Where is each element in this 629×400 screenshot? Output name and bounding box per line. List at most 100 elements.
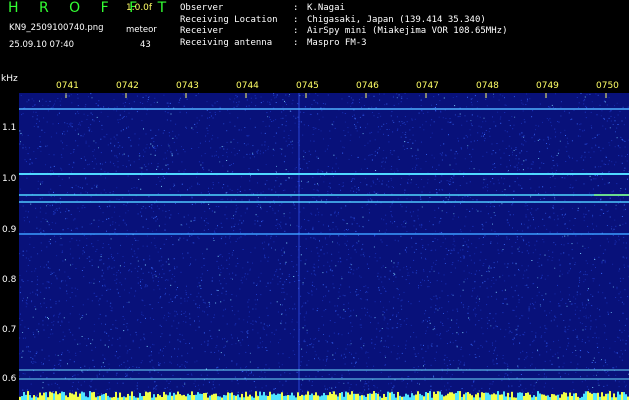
level-bar bbox=[389, 392, 391, 400]
level-bar bbox=[273, 393, 275, 400]
y-tick-label: 0.6 bbox=[2, 374, 17, 384]
level-bar bbox=[565, 392, 567, 400]
level-bar bbox=[189, 395, 191, 400]
level-bar bbox=[187, 393, 189, 400]
level-bar bbox=[259, 391, 261, 400]
level-bar bbox=[613, 393, 615, 400]
level-bar bbox=[491, 394, 493, 400]
level-bar bbox=[321, 395, 323, 400]
level-bar bbox=[195, 394, 197, 400]
level-bar bbox=[511, 391, 513, 400]
level-bar bbox=[503, 391, 505, 400]
level-bar bbox=[107, 395, 109, 400]
level-bar bbox=[415, 394, 417, 400]
level-bar bbox=[453, 393, 455, 400]
level-bar bbox=[351, 391, 353, 400]
level-bar bbox=[241, 393, 243, 400]
level-bar bbox=[517, 392, 519, 400]
level-bar bbox=[59, 393, 61, 400]
level-bar bbox=[333, 391, 335, 400]
level-bar bbox=[551, 394, 553, 400]
level-bar bbox=[127, 393, 129, 400]
level-bar bbox=[609, 391, 611, 400]
level-bar bbox=[163, 391, 165, 400]
level-bar bbox=[131, 391, 133, 400]
level-bar bbox=[575, 393, 577, 400]
datetime-label: 25.09.10 07:40 bbox=[9, 40, 75, 50]
level-bar bbox=[63, 391, 65, 400]
x-tick-label: 0750 bbox=[596, 81, 619, 91]
level-bar bbox=[377, 393, 379, 400]
level-bar bbox=[205, 392, 207, 400]
level-bar bbox=[291, 392, 293, 400]
level-bar bbox=[289, 395, 291, 400]
level-bar bbox=[213, 393, 215, 400]
level-bar bbox=[411, 393, 413, 400]
level-bar bbox=[493, 393, 495, 400]
level-bar bbox=[467, 392, 469, 400]
level-bar bbox=[257, 396, 259, 400]
level-bar bbox=[71, 393, 73, 400]
level-bar bbox=[233, 395, 235, 400]
level-bar bbox=[345, 391, 347, 400]
level-bar bbox=[231, 392, 233, 400]
level-bar bbox=[89, 391, 91, 400]
level-bar bbox=[553, 394, 555, 400]
level-bar bbox=[341, 392, 343, 400]
level-bar bbox=[507, 392, 509, 400]
level-bar bbox=[79, 393, 81, 400]
level-bar bbox=[263, 391, 265, 400]
level-bar bbox=[339, 393, 341, 400]
info-key: Receiving Location bbox=[180, 14, 278, 25]
level-bar bbox=[57, 394, 59, 400]
x-tick-label: 0749 bbox=[536, 81, 559, 91]
level-bar bbox=[327, 395, 329, 400]
level-bar bbox=[583, 393, 585, 400]
level-bar bbox=[407, 394, 409, 400]
x-tick-label: 0747 bbox=[416, 81, 439, 91]
level-bar bbox=[249, 394, 251, 400]
x-tick-label: 0748 bbox=[476, 81, 499, 91]
level-bar bbox=[449, 392, 451, 400]
level-bar bbox=[35, 396, 37, 400]
level-bar bbox=[319, 396, 321, 400]
level-bar bbox=[505, 396, 507, 400]
level-bar bbox=[481, 392, 483, 400]
level-bar bbox=[91, 392, 93, 400]
level-bar bbox=[297, 392, 299, 400]
level-bar bbox=[175, 394, 177, 400]
level-bar bbox=[311, 393, 313, 400]
level-bar bbox=[349, 394, 351, 400]
level-bar bbox=[489, 394, 491, 400]
level-bar bbox=[225, 395, 227, 400]
level-bar bbox=[525, 393, 527, 400]
level-bar bbox=[103, 394, 105, 400]
level-bar bbox=[501, 394, 503, 400]
level-bar bbox=[375, 393, 377, 400]
info-row-location: Receiving Location: Chigasaki, Japan (139… bbox=[180, 15, 507, 27]
level-bar bbox=[617, 391, 619, 400]
level-bar bbox=[201, 393, 203, 400]
level-bar bbox=[561, 394, 563, 400]
level-bar bbox=[361, 395, 363, 400]
level-bar bbox=[209, 395, 211, 400]
level-bar bbox=[477, 392, 479, 400]
level-bar bbox=[223, 394, 225, 400]
level-bar bbox=[457, 391, 459, 400]
level-bar bbox=[519, 392, 521, 400]
level-bar bbox=[523, 395, 525, 400]
level-bar bbox=[139, 393, 141, 400]
level-bar bbox=[419, 393, 421, 400]
level-bar bbox=[307, 391, 309, 400]
level-bar bbox=[423, 396, 425, 400]
level-bar bbox=[469, 393, 471, 400]
level-bar bbox=[573, 393, 575, 400]
level-bar bbox=[237, 394, 239, 400]
level-bar bbox=[181, 395, 183, 400]
level-bar bbox=[337, 396, 339, 400]
level-bar bbox=[315, 392, 317, 400]
level-bar bbox=[625, 394, 627, 400]
level-bar bbox=[499, 394, 501, 400]
level-bar bbox=[455, 392, 457, 400]
level-bar bbox=[159, 395, 161, 400]
